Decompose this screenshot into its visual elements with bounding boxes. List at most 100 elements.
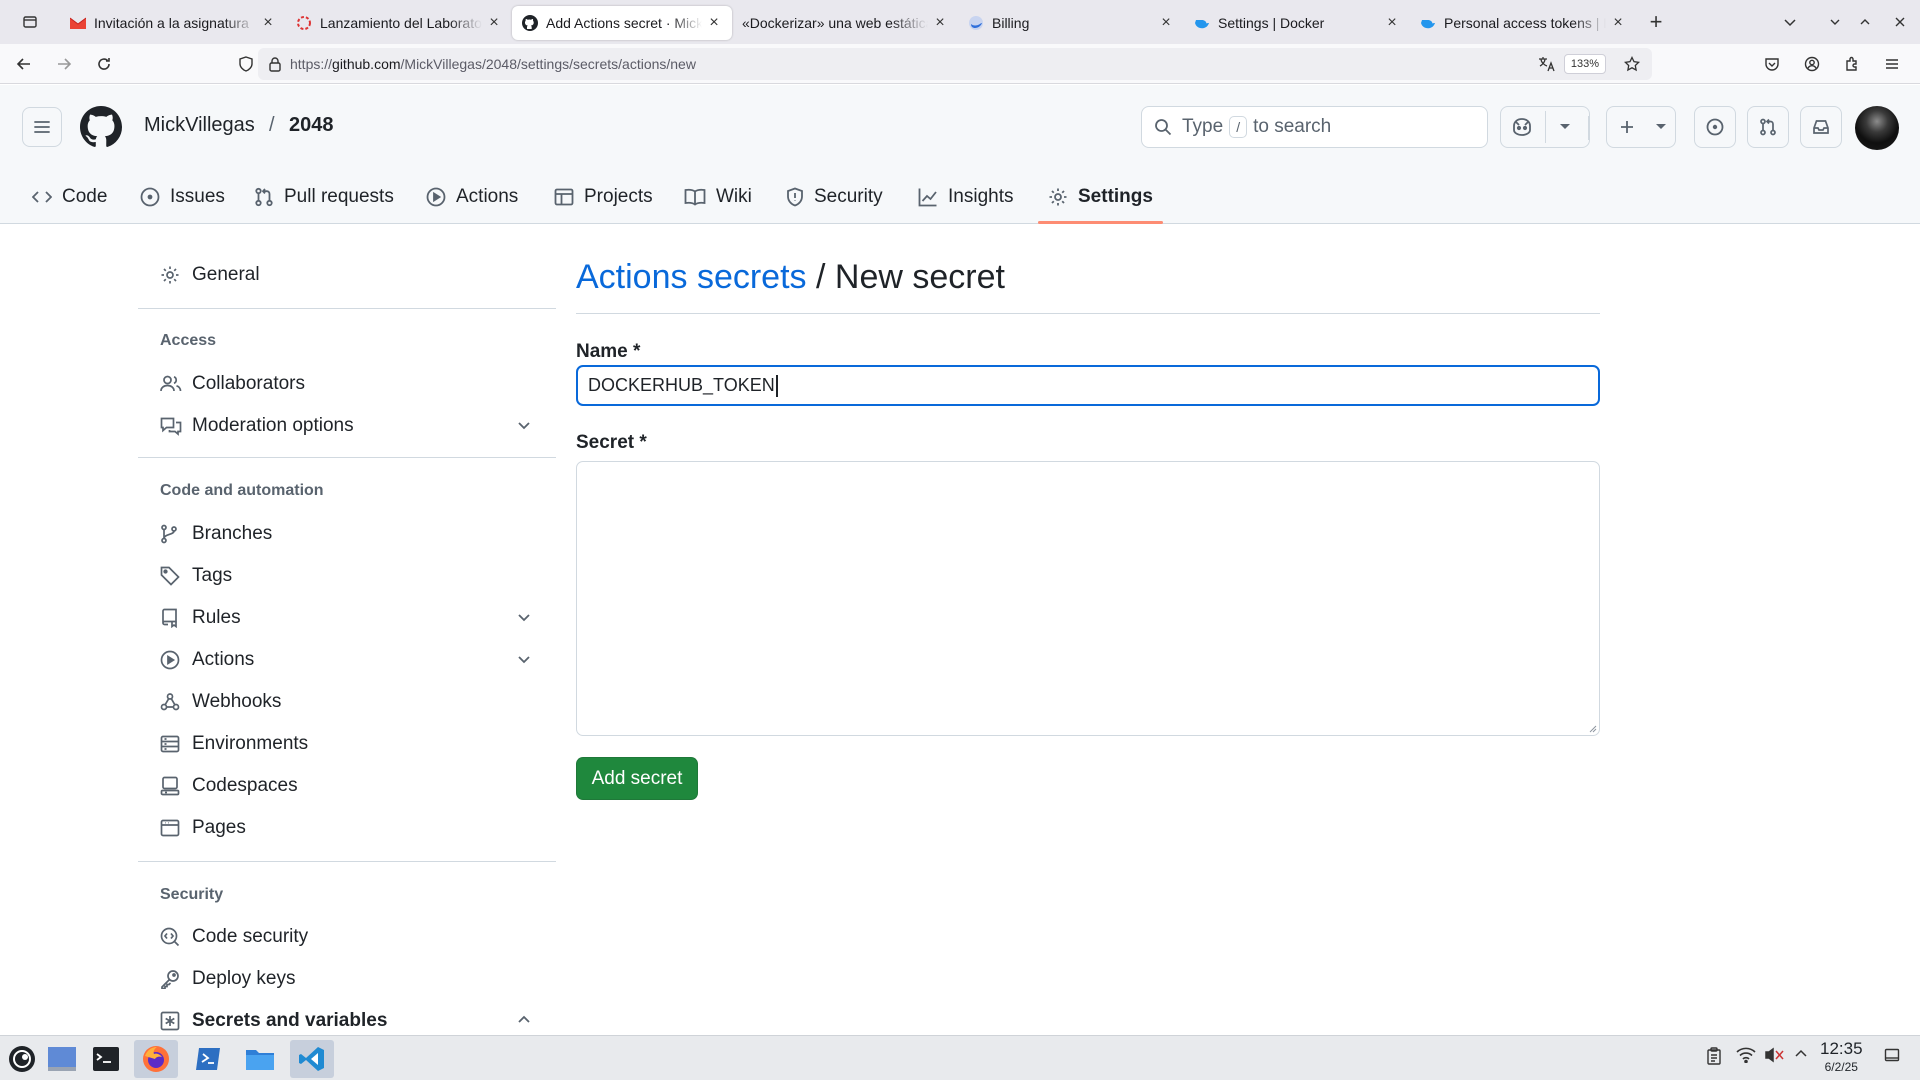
terminal-button[interactable] — [84, 1040, 128, 1078]
secret-value-textarea[interactable] — [576, 461, 1600, 736]
url-bar[interactable]: https://github.com/MickVillegas/2048/set… — [258, 48, 1652, 80]
inbox-button[interactable] — [1800, 106, 1842, 148]
tab-title: Billing — [992, 15, 1030, 31]
secret-name-input[interactable]: DOCKERHUB_TOKEN — [576, 365, 1600, 406]
repo-owner-link[interactable]: MickVillegas — [144, 114, 255, 137]
maximize-icon[interactable] — [1850, 16, 1880, 28]
sidebar-item-webhooks[interactable]: Webhooks — [138, 681, 556, 723]
sidebar-item-rules[interactable]: Rules — [138, 597, 556, 639]
reload-button[interactable] — [86, 48, 122, 80]
vscode-button[interactable] — [290, 1040, 334, 1078]
sidebar-item-deploy-keys[interactable]: Deploy keys — [138, 958, 556, 1000]
avatar[interactable] — [1855, 106, 1899, 150]
wifi-icon[interactable] — [1736, 1047, 1756, 1063]
translate-icon[interactable] — [1538, 56, 1556, 72]
file-manager-button[interactable] — [238, 1040, 282, 1078]
tab-settings[interactable]: Settings — [1038, 169, 1163, 224]
github-logo-icon[interactable] — [80, 106, 122, 148]
back-button[interactable] — [6, 48, 42, 80]
tab-label: Issues — [170, 185, 225, 207]
name-field-label: Name * — [576, 341, 641, 362]
tab-pull-requests[interactable]: Pull requests — [254, 169, 394, 224]
new-tab-button[interactable]: + — [1636, 0, 1676, 44]
play-icon — [426, 187, 446, 207]
add-secret-button[interactable]: Add secret — [576, 757, 698, 800]
sidebar-item-general[interactable]: General — [138, 254, 556, 296]
zoom-level[interactable]: 133% — [1563, 54, 1606, 74]
close-icon[interactable]: × — [1158, 14, 1174, 31]
pocket-icon[interactable] — [1754, 48, 1790, 80]
copilot-button[interactable] — [1500, 106, 1590, 148]
tray-expand-icon[interactable] — [1794, 1047, 1808, 1061]
tracking-shield-icon[interactable] — [238, 56, 254, 72]
close-icon[interactable]: × — [260, 14, 276, 31]
tab-wiki[interactable]: Wiki — [684, 169, 752, 224]
browser-tab[interactable]: Lanzamiento del Laboratorio × — [286, 6, 512, 40]
create-new-button[interactable] — [1606, 106, 1676, 148]
firefox-button[interactable] — [134, 1040, 178, 1078]
browser-tab-active[interactable]: Add Actions secret · MickVillegas × — [512, 6, 732, 40]
close-icon[interactable]: × — [1384, 14, 1400, 31]
extensions-icon[interactable] — [1834, 48, 1870, 80]
sidebar-item-pages[interactable]: Pages — [138, 807, 556, 849]
sidebar-item-branches[interactable]: Branches — [138, 513, 556, 555]
menu-icon[interactable] — [1874, 48, 1910, 80]
account-icon[interactable] — [1794, 48, 1830, 80]
clipboard-icon[interactable] — [1706, 1047, 1722, 1065]
browser-tab[interactable]: Billing × — [958, 6, 1184, 40]
sidebar-item-label: Branches — [192, 523, 273, 544]
tab-issues[interactable]: Issues — [140, 169, 225, 224]
tab-actions[interactable]: Actions — [426, 169, 518, 224]
tab-list-chevron-icon[interactable] — [1760, 15, 1820, 29]
issues-button[interactable] — [1694, 106, 1736, 148]
repo-name-link[interactable]: 2048 — [289, 114, 334, 137]
sidebar-item-codespaces[interactable]: Codespaces — [138, 765, 556, 807]
sidebar-item-collaborators[interactable]: Collaborators — [138, 363, 556, 405]
tab-list-button[interactable] — [0, 0, 60, 44]
page-title: Actions secrets / New secret — [576, 258, 1005, 297]
browser-tab[interactable]: «Dockerizar» una web estática × — [732, 6, 958, 40]
sidebar-item-environments[interactable]: Environments — [138, 723, 556, 765]
tab-projects[interactable]: Projects — [554, 169, 653, 224]
code-icon — [32, 189, 52, 205]
sidebar-item-moderation-options[interactable]: Moderation options — [138, 405, 556, 447]
forward-button[interactable] — [46, 48, 82, 80]
sidebar-item-code-security[interactable]: Code security — [138, 916, 556, 958]
browser-tab[interactable]: Settings | Docker × — [1184, 6, 1410, 40]
close-icon[interactable]: × — [706, 14, 722, 31]
pull-requests-button[interactable] — [1747, 106, 1789, 148]
actions-secrets-link[interactable]: Actions secrets — [576, 258, 807, 296]
sidebar-item-label: Actions — [192, 649, 255, 670]
powershell-button[interactable] — [186, 1040, 230, 1078]
play-icon — [160, 650, 182, 670]
minimize-icon[interactable] — [1820, 16, 1850, 28]
volume-muted-icon[interactable] — [1764, 1047, 1784, 1063]
sidebar-item-tags[interactable]: Tags — [138, 555, 556, 597]
chevron-down-icon — [1656, 124, 1666, 129]
global-menu-button[interactable] — [22, 107, 62, 147]
search-input[interactable]: Type / to search — [1141, 106, 1488, 148]
close-icon[interactable]: × — [486, 14, 502, 31]
close-icon[interactable]: × — [1610, 14, 1626, 31]
browser-tab[interactable]: Invitación a la asignatura × — [60, 6, 286, 40]
toolbar-right — [1754, 48, 1910, 80]
close-icon[interactable]: × — [932, 14, 948, 31]
app-launcher-button[interactable] — [0, 1040, 44, 1078]
arrow-left-icon — [16, 57, 30, 70]
tab-security[interactable]: Security — [786, 169, 883, 224]
plus-icon: + — [1649, 9, 1663, 34]
docker-icon — [1420, 15, 1436, 31]
close-window-icon[interactable] — [1880, 16, 1920, 28]
header-divider — [1588, 116, 1589, 140]
browser-tab[interactable]: Personal access tokens | Docker × — [1410, 6, 1636, 40]
system-clock[interactable]: 12:35 6/2/25 — [1820, 1040, 1863, 1076]
sidebar-divider — [138, 861, 556, 862]
tab-insights[interactable]: Insights — [918, 169, 1013, 224]
sidebar-item-actions[interactable]: Actions — [138, 639, 556, 681]
tab-code[interactable]: Code — [32, 169, 107, 224]
resize-grip-icon[interactable] — [1587, 723, 1597, 733]
show-desktop-icon[interactable] — [1884, 1047, 1900, 1063]
star-icon[interactable] — [1624, 56, 1640, 72]
desktop-button[interactable] — [40, 1040, 84, 1078]
sidebar-heading-access: Access — [160, 332, 217, 349]
